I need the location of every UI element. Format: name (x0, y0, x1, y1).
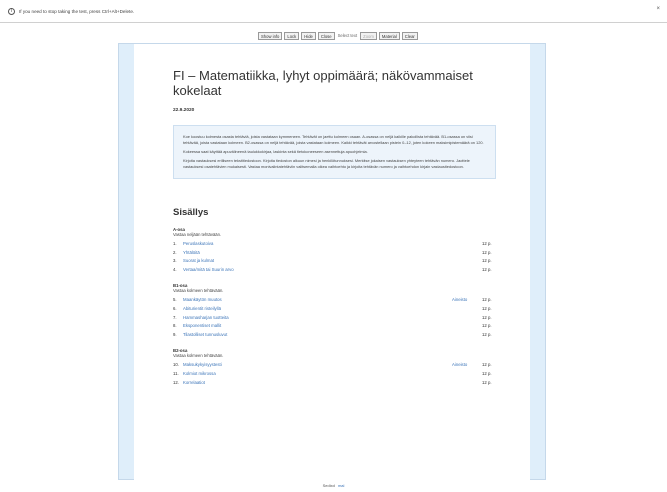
exam-title: FI – Matematiikka, lyhyt oppimäärä; näkö… (173, 68, 473, 98)
toc-item: 8. Eksponentiset mallit 12 p. (173, 322, 496, 331)
item-points: 12 p. (482, 332, 492, 338)
toc-item: 2. Yhtälöitä 12 p. (173, 248, 496, 257)
toc-title: Sisällys (173, 207, 209, 218)
item-link[interactable]: Suorat ja kulmat (183, 258, 452, 263)
item-number: 7. (173, 314, 177, 320)
item-link[interactable]: Tilastolliset tunnusluvut (183, 332, 452, 337)
item-points: 12 p. (482, 362, 492, 368)
exam-frame: FI – Matematiikka, lyhyt oppimäärä; näkö… (118, 43, 546, 480)
item-link[interactable]: Vertaa/mitä tai Suurin arvo (183, 267, 452, 272)
instruction-paragraph: Kokeessa saat käyttää apuvälineenä taulu… (183, 149, 368, 154)
toc-section-a: A-osa Vastaa neljään tehtävään. 1. Perus… (173, 227, 496, 274)
footer-link[interactable]: mal (338, 483, 344, 488)
hide-button[interactable]: Hide (301, 31, 316, 40)
instructions-box: Koe koostuu kolmesta osasta tehtäviä, jo… (173, 125, 496, 179)
item-points: 12 p. (482, 240, 492, 246)
footer-text: Sedixd (322, 483, 335, 488)
toc-item: 11. Kolmiot mikrossa 12 p. (173, 369, 496, 378)
item-number: 11. (173, 370, 179, 376)
exam-date: 22.9.2020 (173, 108, 195, 113)
item-points: 12 p. (482, 370, 492, 376)
section-instruction: Vastaa kolmeen tehtävään. (173, 353, 224, 359)
item-link[interactable]: Maksukykyisyystesti (183, 362, 452, 367)
item-link[interactable]: Yhtälöitä (183, 250, 452, 255)
item-link[interactable]: Eksponentiset mallit (183, 323, 452, 328)
item-number: 6. (173, 305, 177, 311)
toc-item: 12. Korrelaatiot 12 p. (173, 378, 496, 387)
item-number: 3. (173, 258, 177, 264)
item-number: 12. (173, 379, 179, 385)
item-link[interactable]: Peruslaskutoiva (183, 241, 452, 246)
section-instruction: Vastaa neljään tehtävään. (173, 232, 222, 237)
info-bar: i If you need to stop taking the test, p… (0, 0, 667, 22)
item-points: 12 p. (482, 267, 492, 273)
clear-button[interactable]: Clear (401, 31, 418, 40)
item-extra[interactable]: Aineisto (452, 297, 482, 302)
lock-button[interactable]: Lock (284, 31, 300, 40)
item-number: 9. (173, 332, 177, 338)
info-message: If you need to stop taking the test, pre… (19, 8, 135, 14)
item-number: 10. (173, 362, 179, 368)
item-number: 2. (173, 249, 177, 255)
toc-item: 1. Peruslaskutoiva 12 p. (173, 239, 496, 248)
toc-item: 5. Maankäytön muutos Aineisto 12 p. (173, 295, 496, 304)
item-points: 12 p. (482, 323, 492, 329)
toc-item: 9. Tilastolliset tunnusluvut 12 p. (173, 330, 496, 339)
item-points: 12 p. (482, 379, 492, 385)
select-text-toggle[interactable]: Select text (337, 33, 359, 38)
toc-item: 6. Abiturientit risteilyllä 12 p. (173, 304, 496, 313)
item-number: 5. (173, 297, 177, 303)
close-icon[interactable]: × (656, 6, 660, 12)
item-link[interactable]: Hammasharjan tuotteita (183, 315, 452, 320)
item-number: 1. (173, 240, 177, 246)
toc-item: 4. Vertaa/mitä tai Suurin arvo 12 p. (173, 265, 496, 274)
toc-section-b2: B2-osa Vastaa kolmeen tehtävään. 10. Mak… (173, 348, 496, 386)
info-icon: i (8, 7, 15, 15)
toc-section-b1: B1-osa Vastaa kolmeen tehtävään. 5. Maan… (173, 283, 496, 339)
toc-item: 10. Maksukykyisyystesti Aineisto 12 p. (173, 360, 496, 369)
zoom-button[interactable]: Zoom (360, 31, 377, 40)
item-points: 12 p. (482, 305, 492, 311)
item-points: 12 p. (482, 258, 492, 264)
item-link[interactable]: Abiturientit risteilyllä (183, 306, 452, 311)
show-info-button[interactable]: Show info (258, 31, 283, 40)
instruction-paragraph: Koe koostuu kolmesta osasta tehtäviä, jo… (183, 134, 484, 145)
divider (0, 22, 667, 23)
instruction-paragraph: Kirjoita vastauksesi erilliseen tekstiti… (183, 158, 470, 169)
exam-toolbar: Show info Lock Hide Close Select text Zo… (258, 31, 418, 40)
item-points: 12 p. (482, 314, 492, 320)
footer: Sedixd mal (0, 483, 667, 488)
close-button[interactable]: Close (317, 31, 335, 40)
item-points: 12 p. (482, 297, 492, 303)
item-number: 4. (173, 267, 177, 273)
exam-document: FI – Matematiikka, lyhyt oppimäärä; näkö… (134, 44, 530, 480)
item-number: 8. (173, 323, 177, 329)
material-button[interactable]: Material (378, 31, 400, 40)
toc-item: 3. Suorat ja kulmat 12 p. (173, 257, 496, 266)
toc-item: 7. Hammasharjan tuotteita 12 p. (173, 313, 496, 322)
item-points: 12 p. (482, 249, 492, 255)
item-extra[interactable]: Aineisto (452, 362, 482, 367)
item-link[interactable]: Korrelaatiot (183, 380, 452, 385)
item-link[interactable]: Maankäytön muutos (183, 297, 452, 302)
section-instruction: Vastaa kolmeen tehtävään. (173, 288, 224, 294)
item-link[interactable]: Kolmiot mikrossa (183, 371, 452, 376)
